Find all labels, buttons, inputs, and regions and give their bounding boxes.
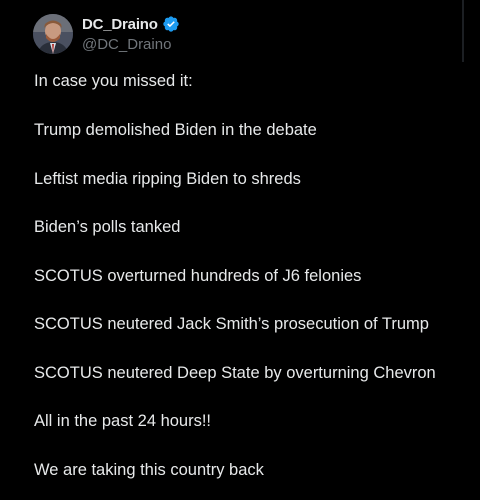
author-handle[interactable]: @DC_Draino <box>82 36 171 53</box>
tweet-line: SCOTUS overturned hundreds of J6 felonie… <box>34 267 362 285</box>
display-name[interactable]: DC_Draino <box>82 16 158 33</box>
tweet-line: Trump demolished Biden in the debate <box>34 121 317 139</box>
tweet-line: Biden’s polls tanked <box>34 218 181 236</box>
author-name-row[interactable]: DC_Draino <box>82 14 180 34</box>
tweet-line: SCOTUS neutered Jack Smith’s prosecution… <box>34 315 429 333</box>
tweet-line: Leftist media ripping Biden to shreds <box>34 170 301 188</box>
tweet-line: We are taking this country back <box>34 461 264 479</box>
verified-badge-icon <box>162 15 180 33</box>
divider <box>462 0 464 62</box>
tweet-line: All in the past 24 hours!! <box>34 412 212 430</box>
tweet: DC_Draino @DC_Draino In case you missed … <box>0 0 480 500</box>
profile-avatar[interactable] <box>33 14 73 54</box>
tweet-line: In case you missed it: <box>34 72 193 90</box>
tweet-line: SCOTUS neutered Deep State by overturnin… <box>34 364 436 382</box>
